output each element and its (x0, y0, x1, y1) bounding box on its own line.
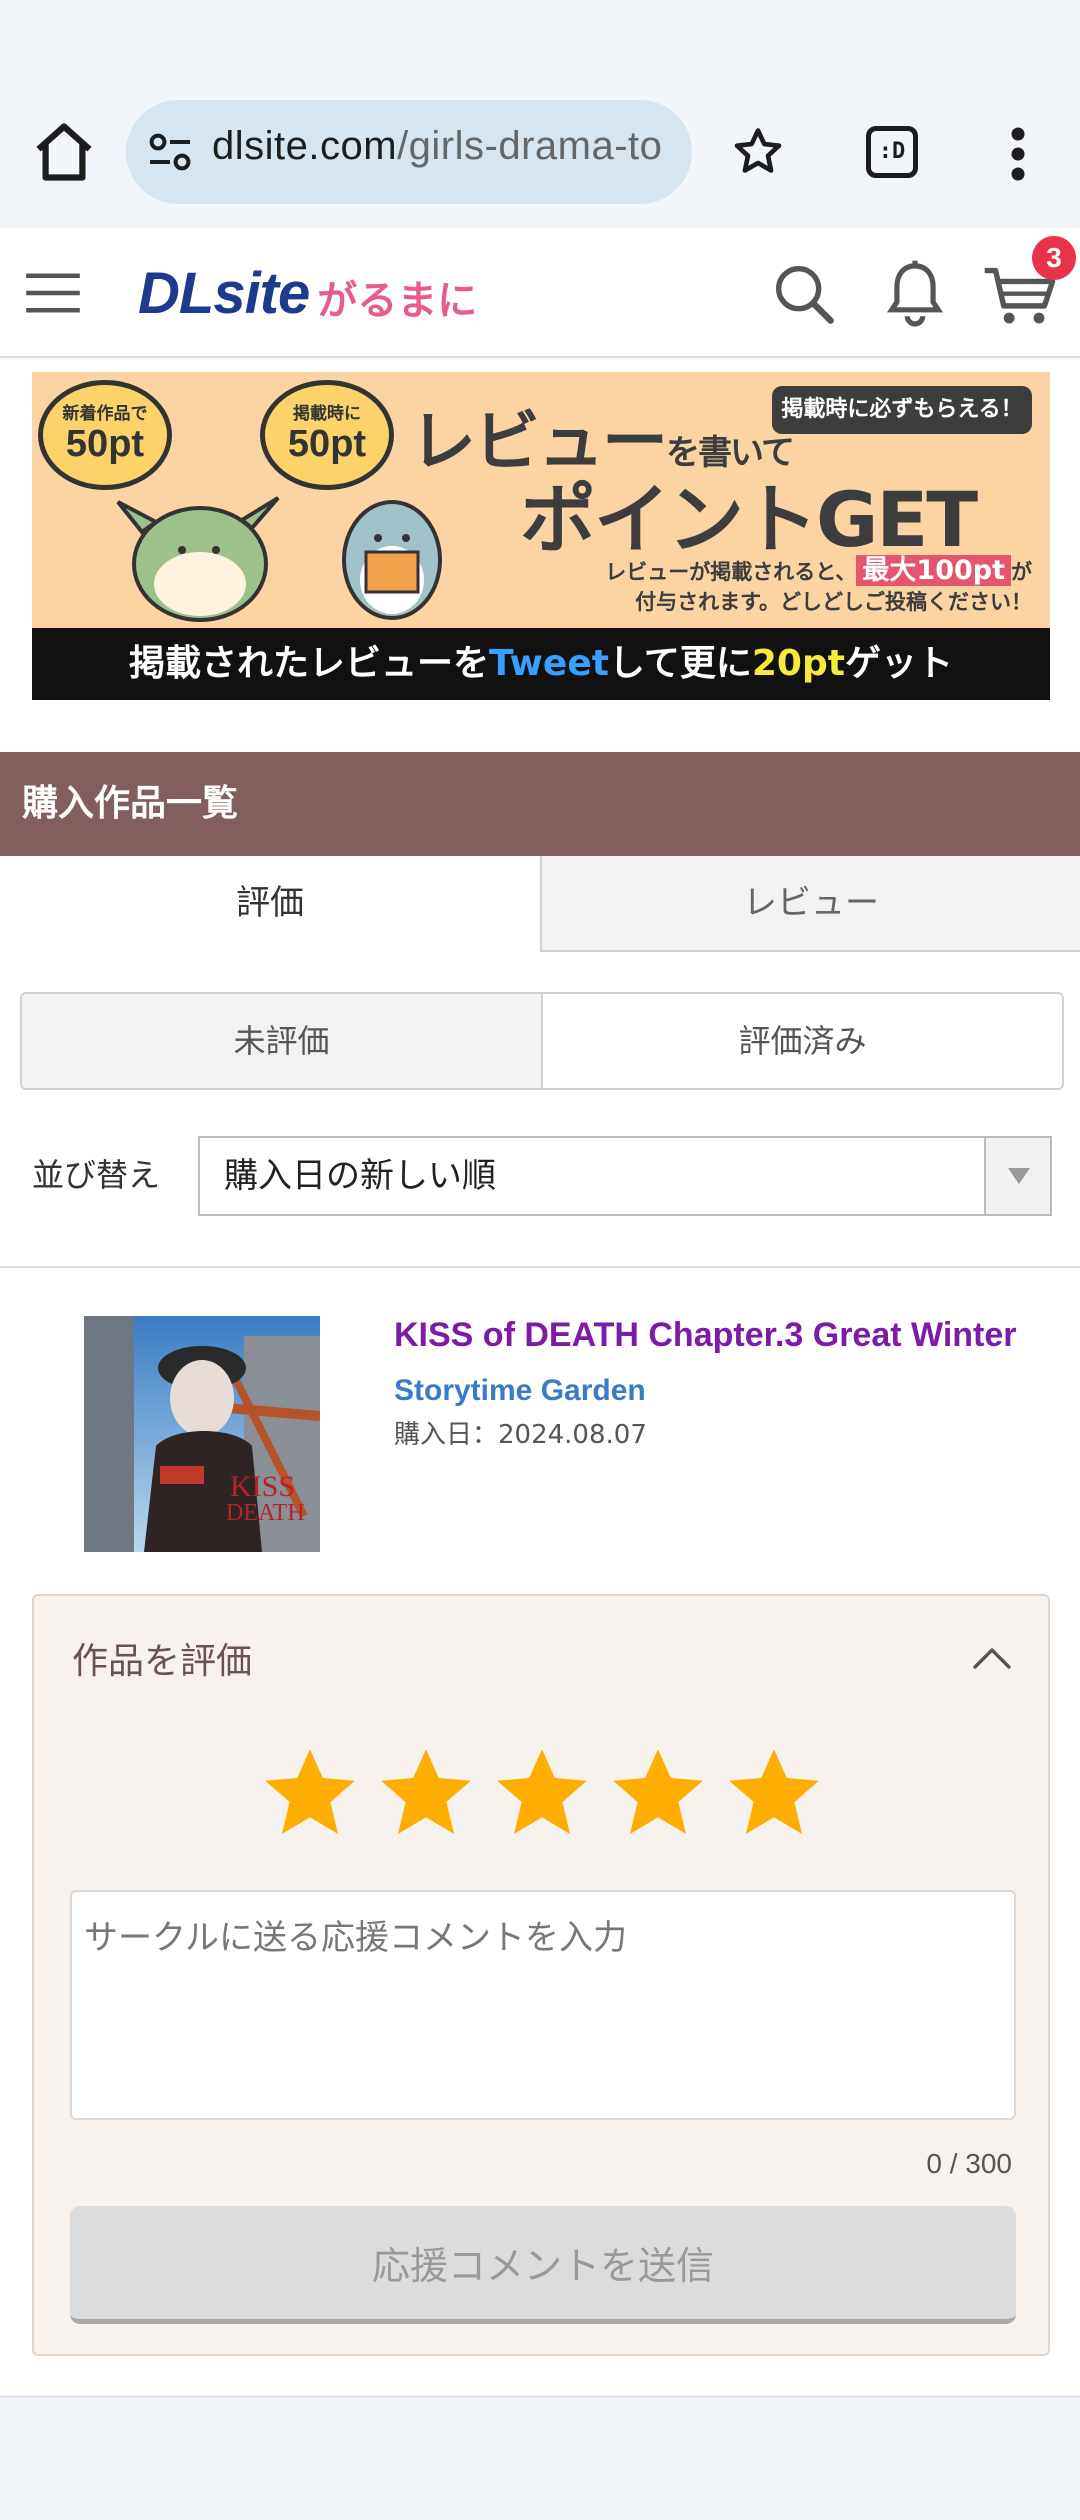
rating-panel: 作品を評価 0 / 300 応援コメントを送信 (32, 1594, 1050, 2356)
support-comment-input[interactable] (70, 1890, 1016, 2120)
cart-count-badge: 3 (1032, 236, 1076, 280)
filter-unrated[interactable]: 未評価 (22, 994, 543, 1088)
browser-toolbar: dlsite.com/girls-drama-to :D (0, 0, 1080, 228)
rating-star-icon[interactable] (378, 1746, 474, 1838)
svg-text:DEATH: DEATH (226, 1500, 305, 1526)
banner-tweet-bar: 掲載されたレビューをTweetして更に20ptゲット (32, 628, 1050, 700)
address-bar[interactable]: dlsite.com/girls-drama-to (126, 100, 692, 204)
more-options-icon[interactable] (1000, 124, 1036, 184)
url-text: dlsite.com/girls-drama-to (212, 124, 663, 168)
review-campaign-banner[interactable]: 新着作品で 50pt 掲載時に 50pt 掲載時に必ずもらえる！ レビューを書い… (32, 372, 1050, 700)
chevron-up-icon[interactable] (972, 1646, 1012, 1670)
banner-pill: 掲載時に必ずもらえる！ (772, 386, 1032, 434)
search-icon[interactable] (772, 262, 836, 326)
rating-star-icon[interactable] (262, 1746, 358, 1838)
banner-headline-2: ポイントGET (520, 475, 978, 564)
purchase-date: 購入日：2024.08.07 (394, 1420, 647, 1450)
banner-fine-print: レビューが掲載されると、 最大100pt が 付与されます。どしどしご投稿ください！ (605, 555, 1032, 614)
work-title-link[interactable]: KISS of DEATH Chapter.3 Great Winter (394, 1316, 1017, 1355)
hamburger-menu-icon[interactable] (24, 270, 82, 316)
bookmark-star-icon[interactable] (730, 124, 786, 180)
sort-selected-value: 購入日の新しい順 (224, 1156, 496, 1196)
work-cover-image[interactable]: KISS DEATH (84, 1316, 320, 1552)
star-rating[interactable] (262, 1746, 822, 1838)
mascot-bird-illustration (116, 496, 280, 622)
tab-switcher-button[interactable]: :D (866, 126, 918, 178)
site-logo[interactable]: DLsite がるまに (138, 258, 477, 328)
sort-select[interactable]: 購入日の新しい順 (198, 1136, 1052, 1216)
divider (0, 1266, 1080, 1268)
svg-text:KISS: KISS (230, 1470, 295, 1503)
tab-review[interactable]: レビュー (540, 856, 1080, 952)
site-header: DLsite がるまに (0, 228, 1080, 358)
tab-bar: 評価 レビュー (0, 856, 1080, 952)
rating-star-icon[interactable] (494, 1746, 590, 1838)
logo-sub: がるまに (317, 278, 478, 324)
rating-star-icon[interactable] (610, 1746, 706, 1838)
site-settings-icon[interactable] (146, 130, 194, 174)
send-comment-button[interactable]: 応援コメントを送信 (70, 2206, 1016, 2324)
rating-star-icon[interactable] (726, 1746, 822, 1838)
mascot-penguin-illustration (342, 500, 442, 620)
logo-main: DLsite (138, 260, 310, 326)
rating-panel-heading[interactable]: 作品を評価 (72, 1632, 252, 1684)
filter-rated[interactable]: 評価済み (543, 994, 1062, 1088)
rating-filter: 未評価 評価済み (20, 992, 1064, 1090)
work-circle-link[interactable]: Storytime Garden (394, 1374, 646, 1408)
home-icon[interactable] (30, 118, 98, 186)
notification-bell-icon[interactable] (884, 258, 946, 328)
section-title: 購入作品一覧 (0, 752, 1080, 856)
sort-label: 並び替え (32, 1156, 161, 1194)
main-content: 新着作品で 50pt 掲載時に 50pt 掲載時に必ずもらえる！ レビューを書い… (0, 360, 1080, 2395)
comment-char-counter: 0 / 300 (926, 2148, 1012, 2179)
tab-rating[interactable]: 評価 (0, 856, 540, 952)
sort-dropdown-toggle[interactable] (984, 1138, 1050, 1214)
dropdown-arrow-icon (1008, 1168, 1030, 1184)
page-bottom (0, 2396, 1080, 2520)
